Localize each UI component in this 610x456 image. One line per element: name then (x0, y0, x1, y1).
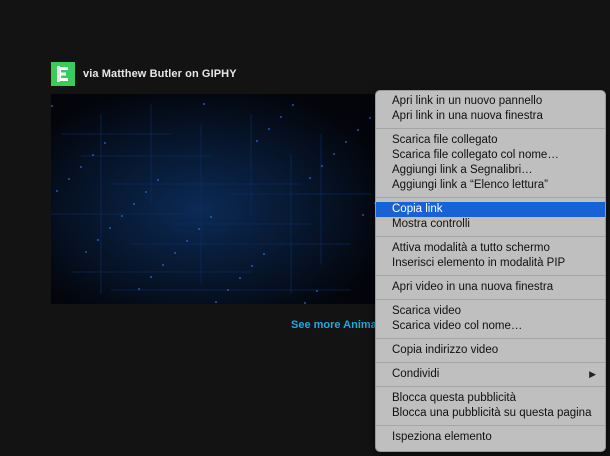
menu-item-apri-link-in-un-nuovo-pannello[interactable]: Apri link in un nuovo pannello (376, 94, 605, 109)
menu-separator (376, 299, 605, 300)
embed-header: via Matthew Butler on GIPHY (51, 62, 237, 86)
menu-separator (376, 197, 605, 198)
menu-separator (376, 128, 605, 129)
menu-item-condividi[interactable]: Condividi ▶ (376, 367, 605, 382)
menu-separator (376, 338, 605, 339)
menu-item-copia-link[interactable]: Copia link (376, 202, 605, 217)
menu-item-label: Inserisci elemento in modalità PIP (392, 257, 566, 269)
attribution-link[interactable]: via Matthew Butler on GIPHY (83, 68, 237, 80)
menu-item-scarica-file-collegato-col-nome[interactable]: Scarica file collegato col nome… (376, 148, 605, 163)
menu-separator (376, 425, 605, 426)
gif-frame (51, 94, 381, 304)
menu-item-copia-indirizzo-video[interactable]: Copia indirizzo video (376, 343, 605, 358)
menu-item-mostra-controlli[interactable]: Mostra controlli (376, 217, 605, 232)
menu-separator (376, 362, 605, 363)
menu-item-label: Scarica file collegato (392, 134, 498, 146)
menu-item-label: Blocca una pubblicità su questa pagina (392, 407, 592, 419)
menu-item-attiva-modalita-a-tutto-schermo[interactable]: Attiva modalità a tutto schermo (376, 241, 605, 256)
menu-item-label: Mostra controlli (392, 218, 470, 230)
menu-item-apri-video-in-una-nuova-finestra[interactable]: Apri video in una nuova finestra (376, 280, 605, 295)
menu-item-scarica-file-collegato[interactable]: Scarica file collegato (376, 133, 605, 148)
menu-item-label: Aggiungi link a “Elenco lettura” (392, 179, 548, 191)
menu-item-label: Copia indirizzo video (392, 344, 499, 356)
menu-item-label: Scarica file collegato col nome… (392, 149, 559, 161)
menu-item-label: Apri video in una nuova finestra (392, 281, 554, 293)
menu-item-label: Ispeziona elemento (392, 431, 492, 443)
menu-item-inserisci-elemento-in-modalita-pip[interactable]: Inserisci elemento in modalità PIP (376, 256, 605, 271)
see-more-link[interactable]: See more Animat (291, 319, 380, 331)
menu-separator (376, 275, 605, 276)
menu-item-label: Blocca questa pubblicità (392, 392, 517, 404)
menu-item-aggiungi-link-a-elenco-lettura[interactable]: Aggiungi link a “Elenco lettura” (376, 178, 605, 193)
context-menu: Apri link in un nuovo pannello Apri link … (375, 90, 606, 452)
menu-item-blocca-una-pubblicita-su-questa-pagina[interactable]: Blocca una pubblicità su questa pagina (376, 406, 605, 421)
giphy-logo-icon[interactable] (51, 62, 75, 86)
menu-item-label: Attiva modalità a tutto schermo (392, 242, 550, 254)
menu-separator (376, 236, 605, 237)
menu-item-label: Apri link in una nuova finestra (392, 110, 543, 122)
menu-item-label: Copia link (392, 203, 443, 215)
gif-video[interactable] (51, 94, 381, 304)
menu-item-scarica-video-col-nome[interactable]: Scarica video col nome… (376, 319, 605, 334)
menu-item-scarica-video[interactable]: Scarica video (376, 304, 605, 319)
menu-item-ispeziona-elemento[interactable]: Ispeziona elemento (376, 430, 605, 445)
menu-item-label: Scarica video col nome… (392, 320, 523, 332)
menu-separator (376, 386, 605, 387)
menu-item-label: Condividi (392, 368, 440, 380)
chevron-right-icon: ▶ (589, 369, 596, 379)
menu-item-label: Aggiungi link a Segnalibri… (392, 164, 533, 176)
menu-item-aggiungi-link-a-segnalibri[interactable]: Aggiungi link a Segnalibri… (376, 163, 605, 178)
menu-item-blocca-questa-pubblicita[interactable]: Blocca questa pubblicità (376, 391, 605, 406)
menu-item-label: Apri link in un nuovo pannello (392, 95, 543, 107)
menu-item-apri-link-in-una-nuova-finestra[interactable]: Apri link in una nuova finestra (376, 109, 605, 124)
menu-item-label: Scarica video (392, 305, 462, 317)
